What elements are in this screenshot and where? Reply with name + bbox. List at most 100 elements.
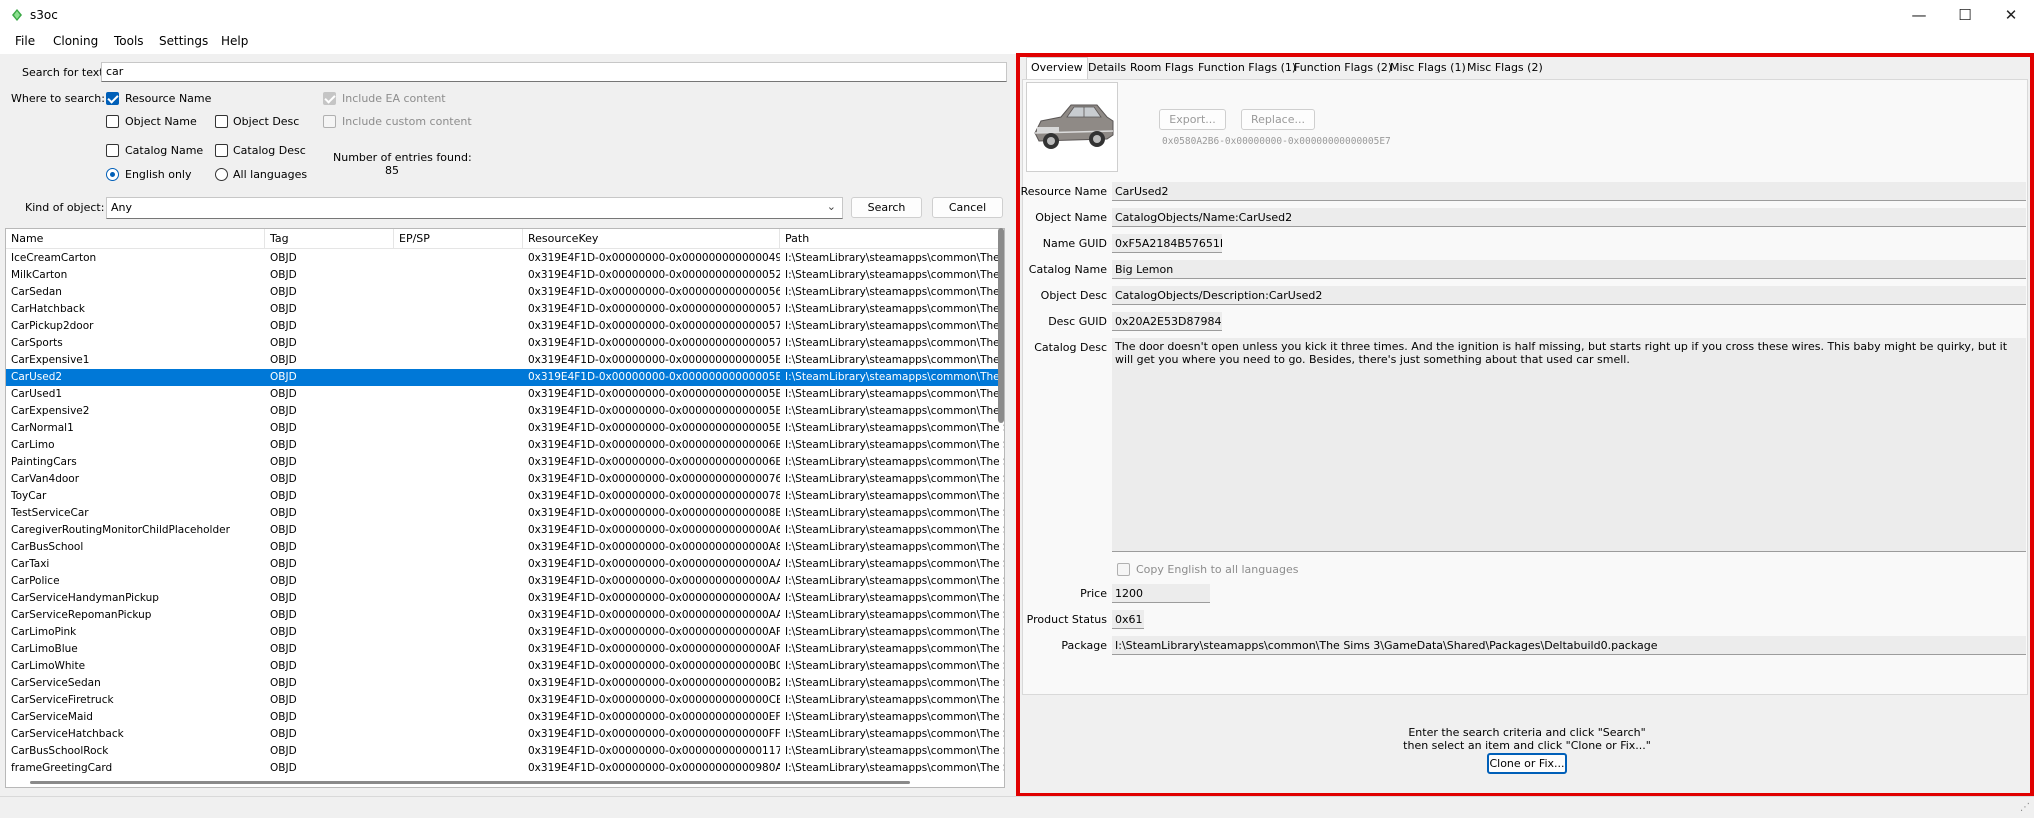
desc-guid-field[interactable]: 0x20A2E53D879841B4 bbox=[1112, 312, 1222, 331]
table-row[interactable]: CarServiceFiretruck OBJD 0x319E4F1D-0x0000… bbox=[6, 692, 1004, 709]
cell-resource-key: 0x319E4F1D-0x00000000-0x0000000000000A6B bbox=[528, 524, 780, 536]
resize-grip-icon[interactable]: ⋰ bbox=[2020, 802, 2030, 813]
table-row[interactable]: frameGreetingCard OBJD 0x319E4F1D-0x000000… bbox=[6, 760, 1004, 777]
table-row[interactable]: CarExpensive2 OBJD 0x319E4F1D-0x00000000-0… bbox=[6, 403, 1004, 420]
catalog-desc-checkbox[interactable] bbox=[215, 144, 228, 157]
minimize-button[interactable]: — bbox=[1896, 0, 1942, 30]
cell-tag: OBJD bbox=[270, 354, 297, 366]
column-path[interactable]: Path bbox=[780, 229, 1004, 249]
minimize-icon: — bbox=[1911, 6, 1927, 24]
resource-name-field-label: Resource Name bbox=[1020, 185, 1107, 198]
table-row[interactable]: MilkCarton OBJD 0x319E4F1D-0x00000000-0x00… bbox=[6, 267, 1004, 284]
column-tag[interactable]: Tag bbox=[265, 229, 394, 249]
catalog-name-checkbox[interactable] bbox=[106, 144, 119, 157]
table-row[interactable]: CarPickup2door OBJD 0x319E4F1D-0x00000000-… bbox=[6, 318, 1004, 335]
menu-file[interactable]: File bbox=[15, 34, 35, 48]
table-row[interactable]: CarSports OBJD 0x319E4F1D-0x00000000-0x000… bbox=[6, 335, 1004, 352]
horizontal-scrollbar[interactable] bbox=[30, 781, 910, 784]
table-row[interactable]: CarServiceMaid OBJD 0x319E4F1D-0x00000000-… bbox=[6, 709, 1004, 726]
product-status-field[interactable]: 0x61 bbox=[1112, 610, 1144, 629]
export-button[interactable]: Export... bbox=[1159, 109, 1226, 130]
column-name[interactable]: Name bbox=[6, 229, 265, 249]
search-input[interactable]: car bbox=[101, 62, 1007, 82]
resource-name-checkbox[interactable] bbox=[106, 92, 119, 105]
catalog-desc-textarea[interactable]: The door doesn't open unless you kick it… bbox=[1112, 338, 2026, 552]
english-only-radio[interactable] bbox=[106, 168, 119, 181]
resource-name-field[interactable]: CarUsed2 bbox=[1112, 182, 2026, 201]
column-ep-sp[interactable]: EP/SP bbox=[394, 229, 523, 249]
price-field[interactable]: 1200 bbox=[1112, 584, 1210, 603]
table-row[interactable]: CarHatchback OBJD 0x319E4F1D-0x00000000-0x… bbox=[6, 301, 1004, 318]
replace-button[interactable]: Replace... bbox=[1241, 109, 1315, 130]
cell-name: MilkCarton bbox=[11, 269, 68, 281]
cell-resource-key: 0x319E4F1D-0x00000000-0x0000000000000CBB bbox=[528, 694, 780, 706]
package-field[interactable]: I:\SteamLibrary\steamapps\common\The Sim… bbox=[1112, 636, 2026, 655]
menu-tools[interactable]: Tools bbox=[114, 34, 144, 48]
table-row[interactable]: TestServiceCar OBJD 0x319E4F1D-0x00000000-… bbox=[6, 505, 1004, 522]
table-row[interactable]: IceCreamCarton OBJD 0x319E4F1D-0x00000000-… bbox=[6, 250, 1004, 267]
object-desc-label: Object Desc bbox=[233, 115, 300, 128]
cell-resource-key: 0x319E4F1D-0x00000000-0x00000000000980A9 bbox=[528, 762, 780, 774]
cell-resource-key: 0x319E4F1D-0x00000000-0x0000000000000FFC bbox=[528, 728, 780, 740]
tab-misc-flags-2[interactable]: Misc Flags (2) bbox=[1463, 59, 1547, 78]
table-row[interactable]: CarServiceHatchback OBJD 0x319E4F1D-0x0000… bbox=[6, 726, 1004, 743]
table-row[interactable]: CarBusSchoolRock OBJD 0x319E4F1D-0x0000000… bbox=[6, 743, 1004, 760]
menu-help[interactable]: Help bbox=[221, 34, 248, 48]
all-languages-radio[interactable] bbox=[215, 168, 228, 181]
table-row[interactable]: CarVan4door OBJD 0x319E4F1D-0x00000000-0x0… bbox=[6, 471, 1004, 488]
overview-tab-content: Export... Replace... 0x0580A2B6-0x000000… bbox=[1021, 79, 2028, 695]
table-row[interactable]: CarUsed2 OBJD 0x319E4F1D-0x00000000-0x0000… bbox=[6, 369, 1004, 386]
tab-details[interactable]: Details bbox=[1084, 59, 1130, 78]
table-row[interactable]: CarSedan OBJD 0x319E4F1D-0x00000000-0x0000… bbox=[6, 284, 1004, 301]
cell-resource-key: 0x319E4F1D-0x00000000-0x00000000000005E7 bbox=[528, 371, 780, 383]
catalog-name-field[interactable]: Big Lemon bbox=[1112, 260, 2026, 279]
table-row[interactable]: CaregiverRoutingMonitorChildPlaceholder O… bbox=[6, 522, 1004, 539]
tab-misc-flags-1[interactable]: Misc Flags (1) bbox=[1386, 59, 1470, 78]
object-desc-checkbox[interactable] bbox=[215, 115, 228, 128]
cancel-button[interactable]: Cancel bbox=[932, 197, 1003, 218]
table-row[interactable]: CarServiceSedan OBJD 0x319E4F1D-0x00000000… bbox=[6, 675, 1004, 692]
tab-overview[interactable]: Overview bbox=[1026, 57, 1088, 79]
cell-path: I:\SteamLibrary\steamapps\common\The Sim bbox=[785, 422, 1005, 434]
clone-or-fix-button[interactable]: Clone or Fix... bbox=[1487, 753, 1567, 774]
column-resource-key[interactable]: ResourceKey bbox=[523, 229, 780, 249]
maximize-button[interactable]: ☐ bbox=[1942, 0, 1988, 30]
tab-room-flags[interactable]: Room Flags bbox=[1126, 59, 1198, 78]
tab-function-flags-1[interactable]: Function Flags (1) bbox=[1194, 59, 1300, 78]
cell-name: CarServiceHandymanPickup bbox=[11, 592, 159, 604]
table-row[interactable]: CarNormal1 OBJD 0x319E4F1D-0x00000000-0x00… bbox=[6, 420, 1004, 437]
object-name-checkbox[interactable] bbox=[106, 115, 119, 128]
name-guid-field[interactable]: 0xF5A2184B57651B1F bbox=[1112, 234, 1222, 253]
search-button[interactable]: Search bbox=[851, 197, 922, 218]
menu-cloning[interactable]: Cloning bbox=[53, 34, 98, 48]
table-row[interactable]: PaintingCars OBJD 0x319E4F1D-0x00000000-0x… bbox=[6, 454, 1004, 471]
table-row[interactable]: CarLimoWhite OBJD 0x319E4F1D-0x00000000-0x… bbox=[6, 658, 1004, 675]
table-row[interactable]: CarLimoPink OBJD 0x319E4F1D-0x00000000-0x0… bbox=[6, 624, 1004, 641]
object-name-field[interactable]: CatalogObjects/Name:CarUsed2 bbox=[1112, 208, 2026, 227]
vertical-scrollbar[interactable] bbox=[998, 228, 1004, 423]
table-row[interactable]: CarLimoBlue OBJD 0x319E4F1D-0x00000000-0x0… bbox=[6, 641, 1004, 658]
table-row[interactable]: CarUsed1 OBJD 0x319E4F1D-0x00000000-0x0000… bbox=[6, 386, 1004, 403]
table-row[interactable]: CarPolice OBJD 0x319E4F1D-0x00000000-0x000… bbox=[6, 573, 1004, 590]
include-custom-checkbox[interactable] bbox=[323, 115, 336, 128]
kind-of-object-select[interactable]: Any ⌄ bbox=[106, 197, 843, 219]
table-row[interactable]: CarExpensive1 OBJD 0x319E4F1D-0x00000000-0… bbox=[6, 352, 1004, 369]
table-row[interactable]: CarLimo OBJD 0x319E4F1D-0x00000000-0x00000… bbox=[6, 437, 1004, 454]
cell-resource-key: 0x319E4F1D-0x00000000-0x0000000000000490 bbox=[528, 252, 780, 264]
copy-english-checkbox[interactable] bbox=[1117, 563, 1130, 576]
include-ea-checkbox[interactable] bbox=[323, 92, 336, 105]
price-field-label: Price bbox=[1080, 587, 1107, 600]
tab-function-flags-2[interactable]: Function Flags (2) bbox=[1290, 59, 1396, 78]
table-row[interactable]: CarBusSchool OBJD 0x319E4F1D-0x00000000-0x… bbox=[6, 539, 1004, 556]
cell-name: CarServiceHatchback bbox=[11, 728, 124, 740]
close-button[interactable]: ✕ bbox=[1988, 0, 2034, 30]
menu-settings[interactable]: Settings bbox=[159, 34, 208, 48]
cell-path: I:\SteamLibrary\steamapps\common\The Sim bbox=[785, 541, 1005, 553]
object-desc-field[interactable]: CatalogObjects/Description:CarUsed2 bbox=[1112, 286, 2026, 305]
table-row[interactable]: CarTaxi OBJD 0x319E4F1D-0x00000000-0x00000… bbox=[6, 556, 1004, 573]
table-row[interactable]: ToyCar OBJD 0x319E4F1D-0x00000000-0x000000… bbox=[6, 488, 1004, 505]
cell-name: CarExpensive1 bbox=[11, 354, 90, 366]
table-row[interactable]: CarServiceHandymanPickup OBJD 0x319E4F1D-0… bbox=[6, 590, 1004, 607]
cell-path: I:\SteamLibrary\steamapps\common\The Sim bbox=[785, 643, 1005, 655]
table-row[interactable]: CarServiceRepomanPickup OBJD 0x319E4F1D-0x… bbox=[6, 607, 1004, 624]
